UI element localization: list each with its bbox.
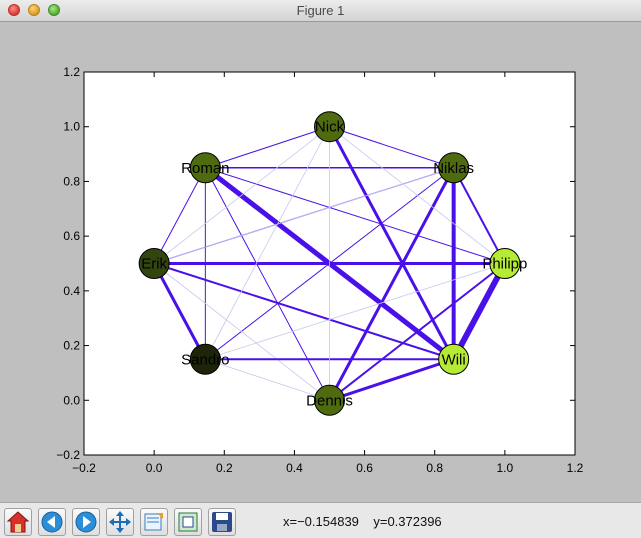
figure-window: Figure 1 Nick Niklas Philipp Wili Dennis Sand…: [0, 0, 641, 538]
node-label-erik: Erik: [141, 256, 167, 273]
y-tick-label: 0.6: [63, 229, 80, 243]
subplots-icon: [178, 512, 198, 532]
x-tick-label: 1.0: [497, 461, 514, 475]
y-tick-label: 0.0: [63, 393, 80, 407]
node-label-dennis: Dennis: [306, 392, 353, 409]
window-title: Figure 1: [296, 3, 345, 18]
home-icon: [6, 511, 30, 533]
y-tick-label: 0.4: [63, 284, 80, 298]
x-tick-label: 0.0: [146, 461, 163, 475]
y-tick-label: 0.2: [63, 339, 80, 353]
node-label-philipp: Philipp: [482, 256, 527, 273]
save-icon: [212, 512, 232, 532]
zoom-rect-button[interactable]: [140, 508, 168, 536]
forward-icon: [75, 511, 97, 533]
forward-button[interactable]: [72, 508, 100, 536]
zoom-rect-icon: [144, 513, 163, 531]
x-tick-label: 1.2: [567, 461, 584, 475]
navigation-toolbar: x=−0.154839 y=0.372396: [0, 502, 641, 538]
network-plot[interactable]: Nick Niklas Philipp Wili Dennis Sandro Erik Rom…: [0, 22, 641, 502]
save-button[interactable]: [208, 508, 236, 536]
x-tick-label: 0.4: [286, 461, 303, 475]
back-icon: [41, 511, 63, 533]
x-tick-label: 0.2: [216, 461, 233, 475]
cursor-coordinates: x=−0.154839 y=0.372396: [283, 514, 442, 529]
x-tick-label: 0.6: [356, 461, 373, 475]
title-bar: Figure 1: [0, 0, 641, 22]
node-label-nick: Nick: [315, 119, 345, 136]
node-label-sandro: Sandro: [181, 351, 229, 368]
y-tick-label: 1.2: [63, 65, 80, 79]
x-tick-label: −0.2: [72, 461, 96, 475]
pan-button[interactable]: [106, 508, 134, 536]
figure-canvas[interactable]: Nick Niklas Philipp Wili Dennis Sandro Erik Rom…: [0, 22, 641, 502]
pan-icon: [109, 511, 131, 533]
x-tick-label: 0.8: [426, 461, 443, 475]
y-tick-label: 0.8: [63, 174, 80, 188]
y-tick-label: −0.2: [56, 448, 80, 462]
y-tick-label: 1.0: [63, 120, 80, 134]
node-label-roman: Roman: [181, 160, 229, 177]
home-button[interactable]: [4, 508, 32, 536]
subplots-button[interactable]: [174, 508, 202, 536]
node-label-wili: Wili: [442, 351, 466, 368]
back-button[interactable]: [38, 508, 66, 536]
node-label-niklas: Niklas: [433, 160, 474, 177]
